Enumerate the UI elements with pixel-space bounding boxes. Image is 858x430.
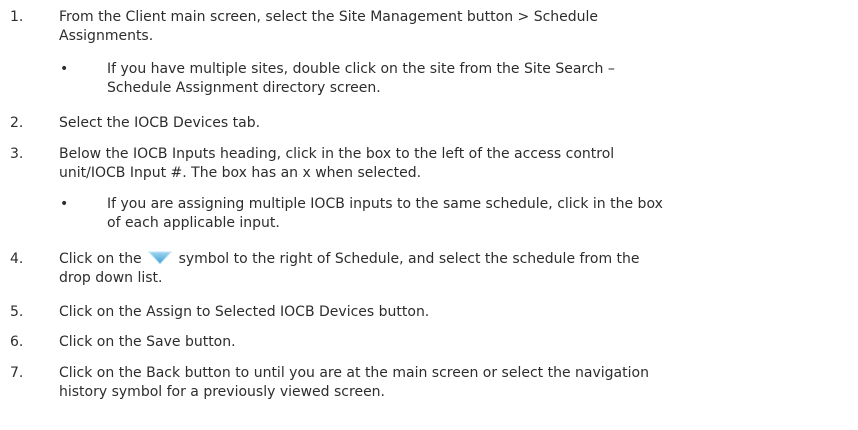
step-text: Select the IOCB Devices tab.: [59, 115, 261, 131]
dropdown-triangle-icon: [148, 251, 173, 265]
bullet-text: of each applicable input.: [107, 215, 280, 231]
step-text: symbol to the right of Schedule, and sel…: [178, 251, 640, 267]
step-text: Click on the Save button.: [59, 334, 236, 350]
step-text: unit/IOCB Input #. The box has an x when…: [59, 165, 422, 181]
bullet-text: If you are assigning multiple IOCB input…: [107, 196, 663, 212]
bullet-text: If you have multiple sites, double click…: [107, 61, 615, 77]
step-text: history symbol for a previously viewed s…: [59, 384, 385, 400]
step-number: 2.: [10, 115, 24, 131]
step-text: Click on the: [59, 251, 142, 267]
step-text: From the Client main screen, select the …: [59, 9, 599, 25]
step-text: Click on the Back button to until you ar…: [59, 365, 649, 381]
bullet-text: Schedule Assignment directory screen.: [107, 80, 381, 96]
step-number: 1.: [10, 9, 24, 25]
step-text: drop down list.: [59, 270, 163, 286]
bullet-icon: •: [60, 196, 69, 212]
step-text: Click on the Assign to Selected IOCB Dev…: [59, 304, 430, 320]
instructions-document: 1. From the Client main screen, select t…: [0, 0, 858, 430]
step-text: Below the IOCB Inputs heading, click in …: [59, 146, 615, 162]
step-number: 3.: [10, 146, 24, 162]
bullet-icon: •: [60, 61, 69, 77]
step-number: 4.: [10, 251, 24, 267]
step-text: Assignments.: [59, 28, 154, 44]
step-number: 5.: [10, 304, 24, 320]
step-number: 6.: [10, 334, 24, 350]
step-number: 7.: [10, 365, 24, 381]
